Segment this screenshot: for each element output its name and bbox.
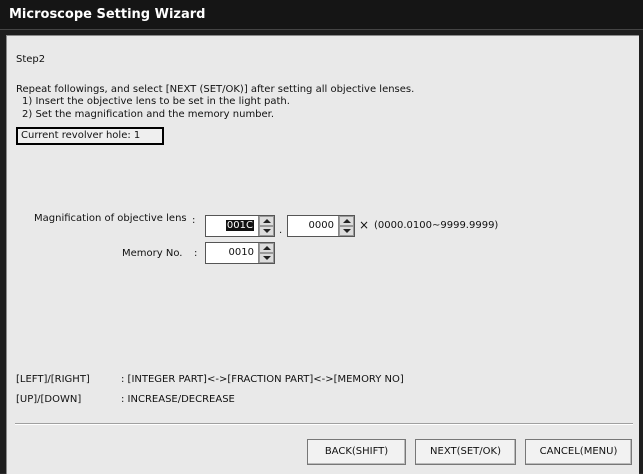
next-button[interactable]: NEXT(SET/OK) [415, 439, 516, 465]
button-divider [15, 423, 633, 425]
help-key-left-right: [LEFT]/[RIGHT] [16, 374, 90, 385]
increment-arrow-icon[interactable] [259, 216, 274, 226]
magnification-fraction-stepper[interactable]: 0000 [287, 215, 355, 237]
instruction-line-3: 2) Set the magnification and the memory … [22, 109, 275, 120]
memory-number-value[interactable]: 0010 [206, 243, 258, 263]
memory-colon: : [194, 248, 198, 259]
memory-number-spin-buttons [258, 243, 274, 263]
back-button[interactable]: BACK(SHIFT) [307, 439, 406, 465]
help-desc-left-right: : [INTEGER PART]<->[FRACTION PART]<->[ME… [121, 374, 404, 385]
step-label: Step2 [16, 54, 46, 65]
times-symbol: × [359, 218, 370, 232]
decrement-arrow-icon[interactable] [259, 226, 274, 236]
magnification-integer-stepper[interactable]: 001C [205, 215, 275, 237]
help-desc-up-down: : INCREASE/DECREASE [121, 394, 235, 405]
magnification-integer-spin-buttons [258, 216, 274, 236]
magnification-range: (0000.0100∼9999.9999) [374, 220, 499, 231]
current-revolver-hole: Current revolver hole: 1 [16, 127, 164, 145]
wizard-window: Microscope Setting Wizard Step2 Repeat f… [0, 0, 643, 474]
magnification-fraction-value[interactable]: 0000 [288, 216, 338, 236]
magnification-integer-value[interactable]: 001C [206, 216, 258, 236]
instruction-line-1: Repeat followings, and select [NEXT (SET… [16, 84, 415, 95]
memory-number-stepper[interactable]: 0010 [205, 242, 275, 264]
memory-label: Memory No. [122, 248, 183, 259]
decimal-separator: . [279, 225, 283, 236]
cancel-button[interactable]: CANCEL(MENU) [525, 439, 632, 465]
instruction-line-2: 1) Insert the objective lens to be set i… [22, 96, 290, 107]
increment-arrow-icon[interactable] [259, 243, 274, 253]
decrement-arrow-icon[interactable] [339, 226, 354, 236]
decrement-arrow-icon[interactable] [259, 253, 274, 263]
wizard-client-area: Step2 Repeat followings, and select [NEX… [6, 35, 639, 474]
help-key-up-down: [UP]/[DOWN] [16, 394, 82, 405]
window-title: Microscope Setting Wizard [0, 0, 643, 30]
magnification-label: Magnification of objective lens [34, 213, 187, 224]
increment-arrow-icon[interactable] [339, 216, 354, 226]
magnification-colon: : [192, 215, 196, 226]
magnification-fraction-spin-buttons [338, 216, 354, 236]
